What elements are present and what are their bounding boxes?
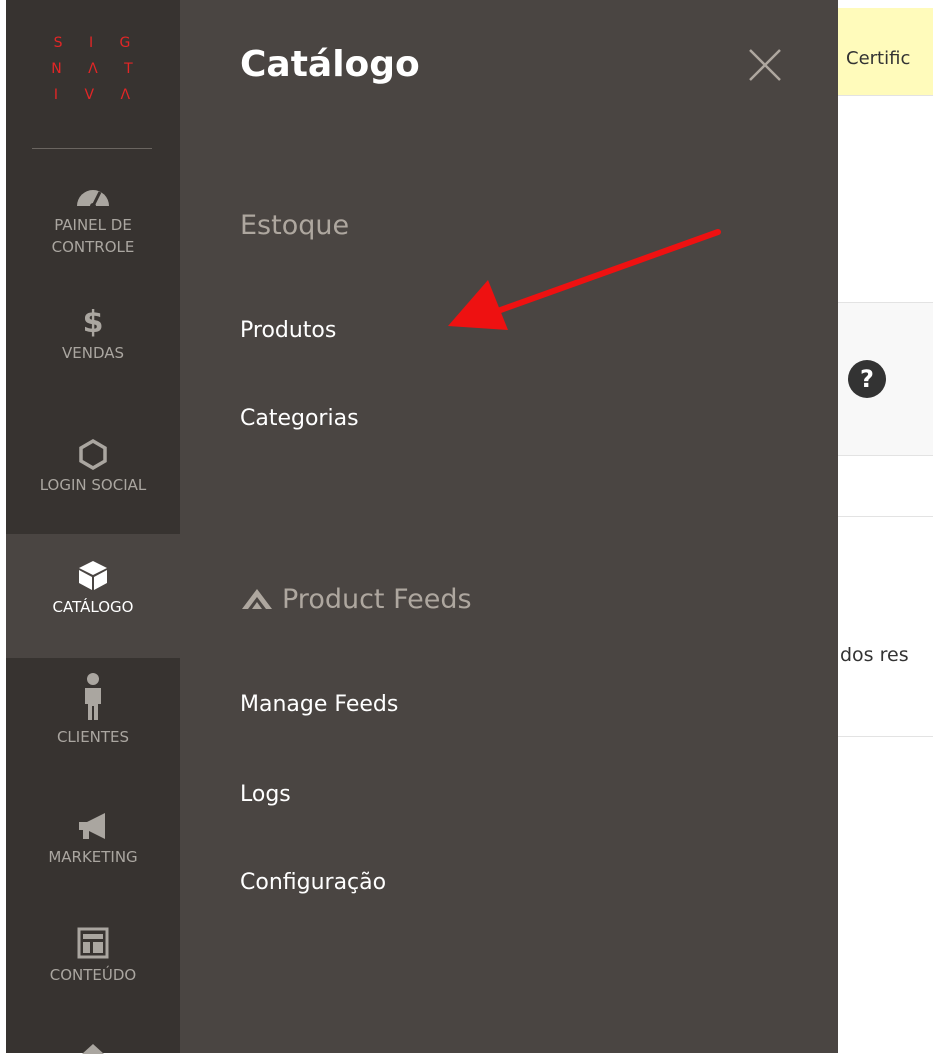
nav-item-dashboard[interactable]: PAINEL DE CONTROLE [6,180,180,258]
section-title-label: Product Feeds [282,584,472,615]
box-icon [79,561,107,590]
nav-label: CATÁLOGO [52,598,134,616]
logo-line: S I G [53,35,142,51]
nav-label: PAINEL DE [54,216,132,234]
nav-item-catalog[interactable]: CATÁLOGO [6,534,180,658]
section-title-inventory: Estoque [240,210,350,241]
menu-link-logs[interactable]: Logs [240,782,291,807]
nav-label: CONTROLE [51,238,135,256]
layout-icon [77,927,109,959]
nav-label: LOGIN SOCIAL [39,476,147,494]
menu-link-categories[interactable]: Categorias [240,406,359,431]
nav-label: MARKETING [48,848,138,866]
section-title-product-feeds: Product Feeds [240,584,472,615]
background-partial-text: dos res [840,644,909,666]
catalog-flyout-panel [180,0,838,1053]
menu-link-configuration[interactable]: Configuração [240,870,386,895]
question-mark-icon[interactable]: ? [848,360,886,398]
nav-label: CONTEÚDO [49,966,137,984]
logo-line: I V Λ [53,87,142,103]
notice-bar: Certific [838,8,933,96]
logo-line: N Λ T [51,61,144,77]
nav-item-social-login[interactable]: LOGIN SOCIAL [6,438,180,496]
person-icon [85,673,101,720]
nav-item-content[interactable]: CONTEÚDO [6,926,180,986]
dollar-icon: $ [82,305,104,340]
red-arrow-annotation [448,229,721,330]
hexagon-icon [79,438,107,470]
nav-label: CLIENTES [56,728,130,746]
nav-item-marketing[interactable]: MARKETING [6,810,180,868]
signativa-logo[interactable]: S I G N Λ T I V Λ [22,30,162,108]
menu-link-products[interactable]: Produtos [240,318,336,343]
divider [838,736,933,737]
close-button[interactable] [744,44,786,86]
logo-divider [32,148,152,149]
dashboard-gauge-icon [77,190,109,209]
close-icon [749,49,781,81]
nav-item-customers[interactable]: CLIENTES [6,672,180,748]
divider [838,516,933,517]
megaphone-icon [79,813,105,839]
nav-item-sales[interactable]: $ VENDAS [6,308,180,364]
nav-label: VENDAS [61,344,125,362]
notice-text: Certific [846,48,911,69]
flyout-title: Catálogo [240,44,420,85]
menu-link-manage-feeds[interactable]: Manage Feeds [240,692,398,717]
feed-chevron-icon [242,589,272,609]
admin-sidebar [6,0,180,1053]
